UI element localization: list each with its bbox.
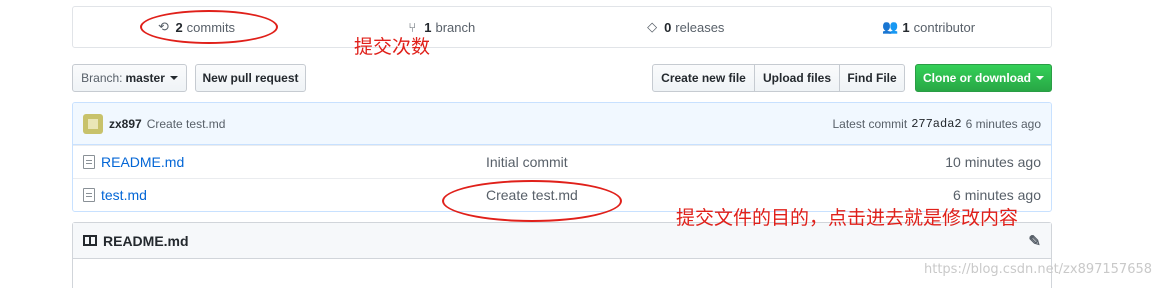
contributors-link[interactable]: 👥 1 contributor <box>807 7 1052 47</box>
commit-message[interactable]: Create test.md <box>147 117 226 131</box>
readme-title: README.md <box>103 232 189 249</box>
people-icon: 👥 <box>882 19 899 34</box>
contributors-label: contributor <box>913 19 976 35</box>
table-row: README.md Initial commit 10 minutes ago <box>73 145 1051 178</box>
file-icon <box>83 155 95 169</box>
file-icon <box>83 188 95 202</box>
avatar[interactable] <box>83 113 103 134</box>
book-icon <box>83 235 97 246</box>
commit-sha[interactable]: 277ada2 <box>911 117 961 131</box>
clone-download-button[interactable]: Clone or download <box>915 64 1052 92</box>
file-name-link[interactable]: README.md <box>101 154 486 170</box>
releases-label: releases <box>675 19 725 35</box>
contributors-count: 1 <box>902 19 910 35</box>
file-commit-message[interactable]: Initial commit <box>486 154 568 170</box>
file-age: 6 minutes ago <box>953 187 1041 203</box>
pencil-icon[interactable]: ✎ <box>1028 232 1041 250</box>
clone-label: Clone or download <box>923 71 1031 85</box>
new-pull-request-button[interactable]: New pull request <box>195 64 306 92</box>
commit-author[interactable]: zx897 <box>109 117 142 131</box>
watermark: https://blog.csdn.net/zx897157658 <box>924 262 1153 277</box>
annotation-file-note: 提交文件的目的，点击进去就是修改内容 <box>676 207 1019 229</box>
annotation-ellipse-file <box>442 180 622 222</box>
latest-commit-label: Latest commit <box>832 116 908 131</box>
commit-age: 6 minutes ago <box>965 116 1041 131</box>
chevron-down-icon <box>169 76 178 80</box>
file-actions-group: Create new file Upload files Find File <box>652 64 905 92</box>
annotation-commits-note: 提交次数 <box>354 36 431 58</box>
upload-files-button[interactable]: Upload files <box>754 64 840 92</box>
readme-panel: README.md ✎ <box>72 222 1052 288</box>
branches-label: branch <box>435 19 476 35</box>
releases-link[interactable]: ◇ 0 releases <box>562 7 807 47</box>
create-new-file-button[interactable]: Create new file <box>652 64 755 92</box>
tag-icon: ◇ <box>647 19 658 34</box>
branch-select-button[interactable]: Branch: master <box>72 64 187 92</box>
file-name-link[interactable]: test.md <box>101 187 486 203</box>
releases-count: 0 <box>664 19 672 35</box>
file-age: 10 minutes ago <box>945 154 1041 170</box>
find-file-button[interactable]: Find File <box>839 64 905 92</box>
annotation-ellipse-commits <box>140 10 278 44</box>
latest-commit-bar: zx897 Create test.md Latest commit 277ad… <box>73 103 1051 145</box>
branch-name: master <box>125 71 165 85</box>
branch-prefix: Branch: <box>81 71 123 85</box>
chevron-down-icon <box>1036 76 1044 80</box>
